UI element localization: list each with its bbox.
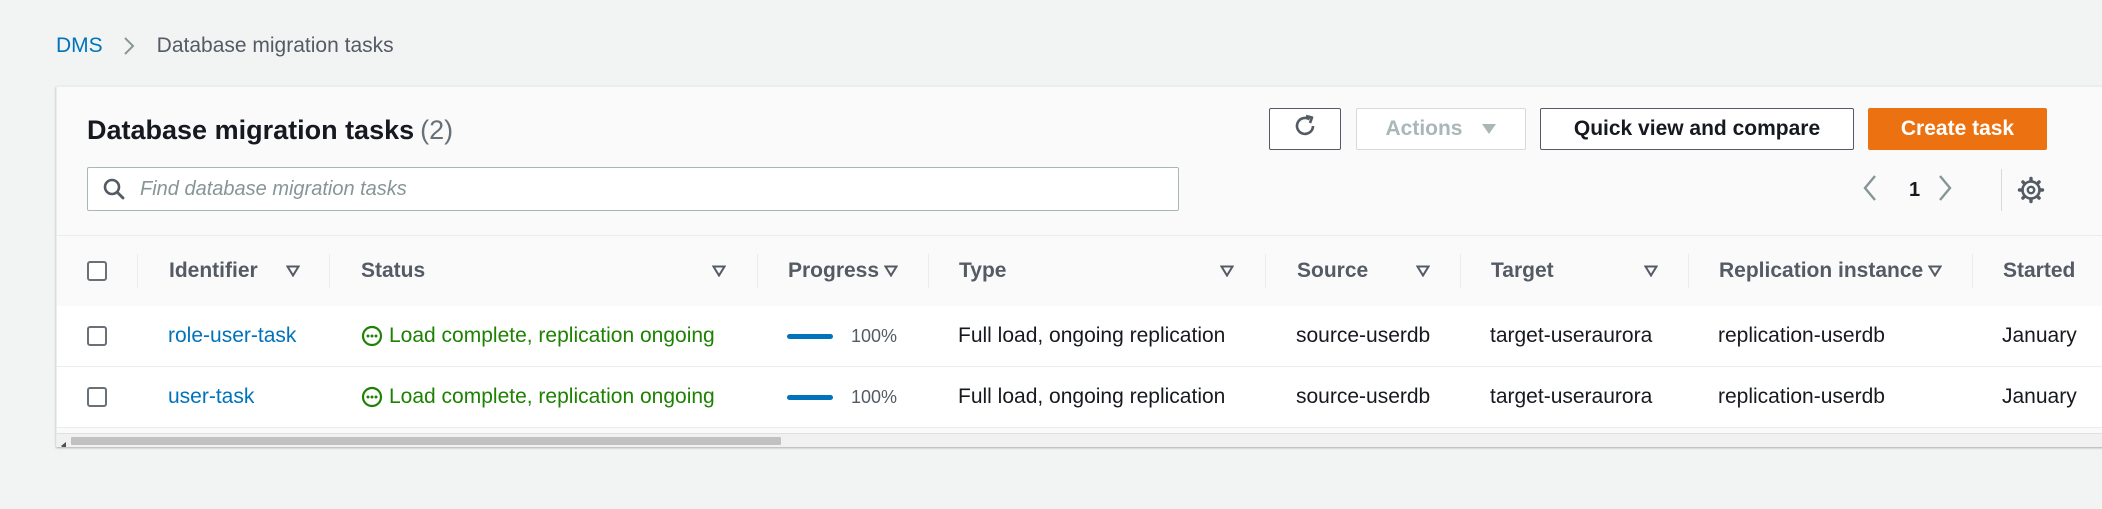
identifier-header-label[interactable]: Identifier	[169, 259, 258, 283]
source-header-label[interactable]: Source	[1297, 259, 1368, 283]
previous-page-button[interactable]	[1862, 173, 1878, 208]
replication-instance-cell: replication-userdb	[1718, 385, 1885, 408]
horizontal-scrollbar[interactable]	[57, 433, 2102, 447]
preferences-button[interactable]	[2017, 176, 2045, 209]
progress-bar	[787, 394, 833, 400]
progress-bar	[787, 333, 833, 339]
status-text: Load complete, replication ongoing	[389, 385, 715, 408]
refresh-button[interactable]	[1269, 108, 1341, 150]
column-divider	[1972, 254, 1973, 288]
column-header-started: Started	[2003, 236, 2075, 306]
search-field	[87, 167, 1179, 211]
task-identifier-link[interactable]: role-user-task	[168, 306, 296, 366]
progress-header-label[interactable]: Progress	[788, 259, 879, 283]
status-in-progress-icon	[361, 325, 383, 347]
column-divider	[329, 254, 330, 288]
status-text: Load complete, replication ongoing	[389, 324, 715, 347]
started-cell: January	[2002, 324, 2077, 347]
sort-icon[interactable]	[285, 264, 301, 282]
progress-cell: 100%	[787, 306, 897, 366]
type-header-label[interactable]: Type	[959, 259, 1006, 283]
status-in-progress-icon	[361, 386, 383, 408]
row-checkbox[interactable]	[87, 326, 107, 346]
table-count: (2)	[420, 115, 454, 145]
chevron-right-icon	[1939, 175, 1952, 201]
search-icon	[102, 177, 126, 201]
column-header-identifier: Identifier	[169, 236, 258, 306]
replication-instance-header-label[interactable]: Replication instance	[1719, 259, 1923, 283]
status-cell: Load complete, replication ongoing	[361, 367, 715, 427]
search-input[interactable]	[138, 176, 1178, 202]
scroll-left-arrow[interactable]	[61, 437, 67, 447]
source-cell: source-userdb	[1296, 385, 1431, 408]
breadcrumb: DMS Database migration tasks	[56, 30, 394, 62]
progress-percent: 100%	[851, 386, 898, 407]
column-divider	[137, 254, 138, 288]
chevron-right-icon	[123, 36, 135, 56]
table-row[interactable]: role-user-task Load complete, replicatio…	[57, 306, 2102, 367]
column-divider	[1688, 254, 1689, 288]
progress-cell: 100%	[787, 367, 897, 427]
started-header-label[interactable]: Started	[2003, 259, 2075, 283]
table-header: Identifier Status Progress Type Source T…	[57, 235, 2102, 307]
divider	[2001, 169, 2002, 211]
source-cell: source-userdb	[1296, 324, 1431, 347]
column-header-status: Status	[361, 236, 425, 306]
chevron-left-icon	[1863, 175, 1876, 201]
sort-icon[interactable]	[883, 264, 899, 282]
target-cell: target-useraurora	[1490, 385, 1653, 408]
column-header-source: Source	[1297, 236, 1368, 306]
column-header-target: Target	[1491, 236, 1554, 306]
replication-instance-cell: replication-userdb	[1718, 324, 1885, 347]
quick-view-compare-button[interactable]: Quick view and compare	[1540, 108, 1854, 150]
sort-icon[interactable]	[1415, 264, 1431, 282]
breadcrumb-dms-link[interactable]: DMS	[56, 34, 103, 58]
type-cell: Full load, ongoing replication	[958, 385, 1226, 408]
actions-label: Actions	[1385, 117, 1463, 140]
gear-icon	[2017, 176, 2045, 204]
status-cell: Load complete, replication ongoing	[361, 306, 715, 366]
page-title: Database migration tasks (2)	[87, 115, 453, 146]
sort-icon[interactable]	[1643, 264, 1659, 282]
target-cell: target-useraurora	[1490, 324, 1653, 347]
breadcrumb-current: Database migration tasks	[156, 34, 394, 57]
column-divider	[1460, 254, 1461, 288]
column-divider	[1265, 254, 1266, 288]
task-identifier-link[interactable]: user-task	[168, 367, 254, 427]
actions-dropdown[interactable]: Actions	[1356, 108, 1526, 150]
sort-icon[interactable]	[1219, 264, 1235, 282]
started-cell: January	[2002, 385, 2077, 408]
sort-icon[interactable]	[711, 264, 727, 282]
create-task-button[interactable]: Create task	[1868, 108, 2047, 150]
type-cell: Full load, ongoing replication	[958, 324, 1226, 347]
column-header-replication-instance: Replication instance	[1719, 236, 1923, 306]
table-title: Database migration tasks	[87, 115, 415, 145]
select-all-checkbox[interactable]	[87, 261, 107, 281]
scrollbar-thumb[interactable]	[71, 437, 781, 445]
refresh-icon	[1291, 112, 1319, 146]
column-header-type: Type	[959, 236, 1006, 306]
caret-down-icon	[1481, 117, 1497, 141]
progress-percent: 100%	[851, 325, 898, 346]
next-page-button[interactable]	[1937, 173, 1953, 208]
column-divider	[757, 254, 758, 288]
page-number-button[interactable]: 1	[1909, 179, 1920, 202]
sort-icon[interactable]	[1927, 264, 1943, 282]
column-header-progress: Progress	[788, 236, 879, 306]
target-header-label[interactable]: Target	[1491, 259, 1554, 283]
column-divider	[928, 254, 929, 288]
row-checkbox[interactable]	[87, 387, 107, 407]
tasks-table-container: Database migration tasks (2) Actions Quic…	[56, 86, 2102, 447]
status-header-label[interactable]: Status	[361, 259, 425, 283]
table-row[interactable]: user-task Load complete, replication ong…	[57, 367, 2102, 428]
